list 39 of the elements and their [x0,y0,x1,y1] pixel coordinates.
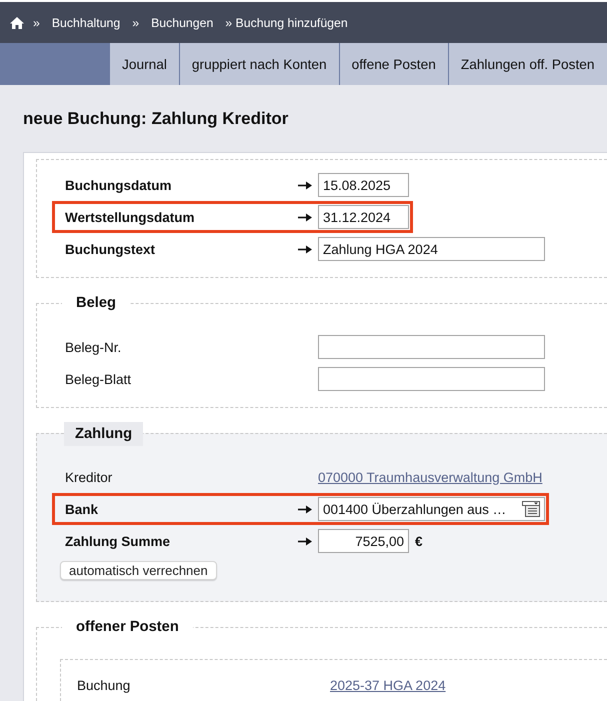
section-legend: Zahlung [64,422,144,446]
breadcrumb-link[interactable]: Buchhaltung [52,16,120,30]
breadcrumb-separator: » [33,16,40,30]
arrow-icon [298,244,312,254]
tab[interactable]: gruppiert nach Konten [180,43,340,85]
value-link[interactable]: 070000 Traumhausverwaltung GmbH [318,470,542,484]
arrow-icon [298,212,312,222]
section-legend: Beleg [62,295,130,312]
auto-allocate-button[interactable]: automatisch verrechnen [60,561,217,580]
dropdown-list-icon[interactable] [522,501,540,517]
page-title: neue Buchung: Zahlung Kreditor [23,109,288,129]
field-label: Buchungsdatum [65,178,172,192]
amount-field[interactable]: 7525,00 [318,529,409,553]
breadcrumb-current: » Buchung hinzufügen [225,16,348,30]
arrow-icon [298,180,312,190]
field-label: Bank [65,502,98,516]
date-field[interactable]: 15.08.2025 [318,173,409,197]
select-field[interactable]: 001400 Überzahlungen aus … [318,497,545,521]
date-field[interactable]: 31.12.2024 [318,205,409,229]
text-field[interactable]: Zahlung HGA 2024 [318,237,545,261]
breadcrumb-separator: » [132,16,140,30]
home-icon[interactable] [10,16,24,28]
field-label: Beleg-Nr. [65,340,122,354]
field-label: Zahlung Summe [65,534,170,548]
arrow-icon [298,504,312,514]
field-label: Kreditor [65,470,112,484]
tab[interactable]: Zahlungen off. Posten [448,43,607,85]
arrow-icon [298,536,312,546]
field-label: Buchung [77,678,130,692]
field-label: Wertstellungsdatum [65,210,195,224]
tab[interactable]: offene Posten [340,43,449,85]
value-link[interactable]: 2025-37 HGA 2024 [330,678,446,692]
breadcrumb-link[interactable]: Buchungen [151,16,214,30]
currency-label: € [415,534,423,548]
text-field[interactable] [318,367,545,391]
field-label: Beleg-Blatt [65,372,132,386]
tab[interactable]: Journal [110,43,180,85]
text-field[interactable] [318,335,545,359]
field-label: Buchungstext [65,242,156,256]
